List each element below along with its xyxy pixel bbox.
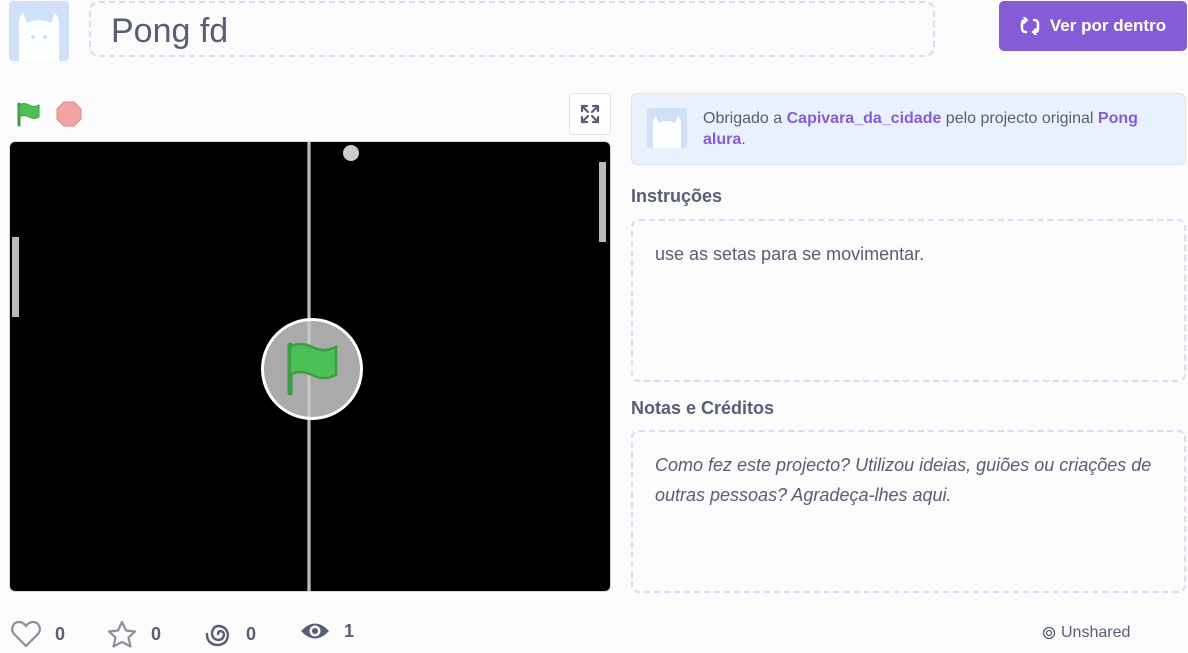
user-avatar[interactable]: [9, 1, 69, 61]
fullscreen-icon: [580, 104, 600, 124]
fullscreen-button[interactable]: [569, 93, 611, 135]
unshared-icon: [1042, 626, 1056, 640]
credit-author-link[interactable]: Capivara_da_cidade: [787, 110, 942, 127]
love-stat[interactable]: 0: [11, 620, 65, 648]
views-stat: 1: [300, 620, 354, 642]
eye-icon: [301, 623, 329, 639]
remix-stat: 0: [204, 620, 256, 648]
credit-prefix: Obrigado a: [703, 110, 787, 127]
favorite-count: 0: [151, 623, 162, 644]
star-icon: [107, 620, 137, 648]
see-inside-label: Ver por dentro: [1049, 16, 1167, 35]
share-status: Unshared: [1042, 624, 1130, 642]
stop-icon: [56, 101, 82, 127]
green-flag-icon: [17, 102, 40, 127]
remix-icon: [1020, 17, 1040, 35]
green-flag-overlay-button[interactable]: [261, 318, 363, 420]
spiral-icon: [205, 624, 230, 647]
scratch-cat-avatar-icon: [652, 116, 682, 148]
share-status-label: Unshared: [1061, 624, 1131, 641]
credit-suffix: .: [741, 131, 746, 148]
love-count: 0: [55, 623, 66, 644]
right-paddle: [599, 162, 606, 242]
see-inside-button[interactable]: Ver por dentro: [999, 1, 1187, 51]
green-flag-button[interactable]: [15, 101, 41, 127]
heart-icon: [11, 620, 41, 648]
remix-credit-box: Obrigado a Capivara_da_cidade pelo proje…: [631, 93, 1186, 165]
project-title-input[interactable]: Pong fd: [89, 1, 935, 57]
notes-heading: Notas e Créditos: [631, 398, 775, 418]
credit-text: Obrigado a Capivara_da_cidade pelo proje…: [703, 108, 1173, 150]
project-stage[interactable]: [9, 141, 611, 592]
favorite-stat[interactable]: 0: [107, 620, 161, 648]
views-count: 1: [344, 620, 355, 641]
scratch-cat-avatar-icon: [18, 13, 60, 61]
instructions-field[interactable]: use as setas para se movimentar.: [631, 219, 1186, 382]
notes-field[interactable]: Como fez este projecto? Utilizou ideias,…: [631, 430, 1186, 593]
green-flag-icon: [287, 342, 338, 396]
pong-ball: [343, 145, 359, 161]
left-paddle: [12, 237, 19, 317]
instructions-heading: Instruções: [631, 186, 723, 206]
stop-button[interactable]: [56, 101, 82, 127]
credit-middle: pelo projecto original: [941, 110, 1098, 127]
credit-avatar[interactable]: [647, 108, 687, 148]
remix-count: 0: [246, 623, 257, 644]
